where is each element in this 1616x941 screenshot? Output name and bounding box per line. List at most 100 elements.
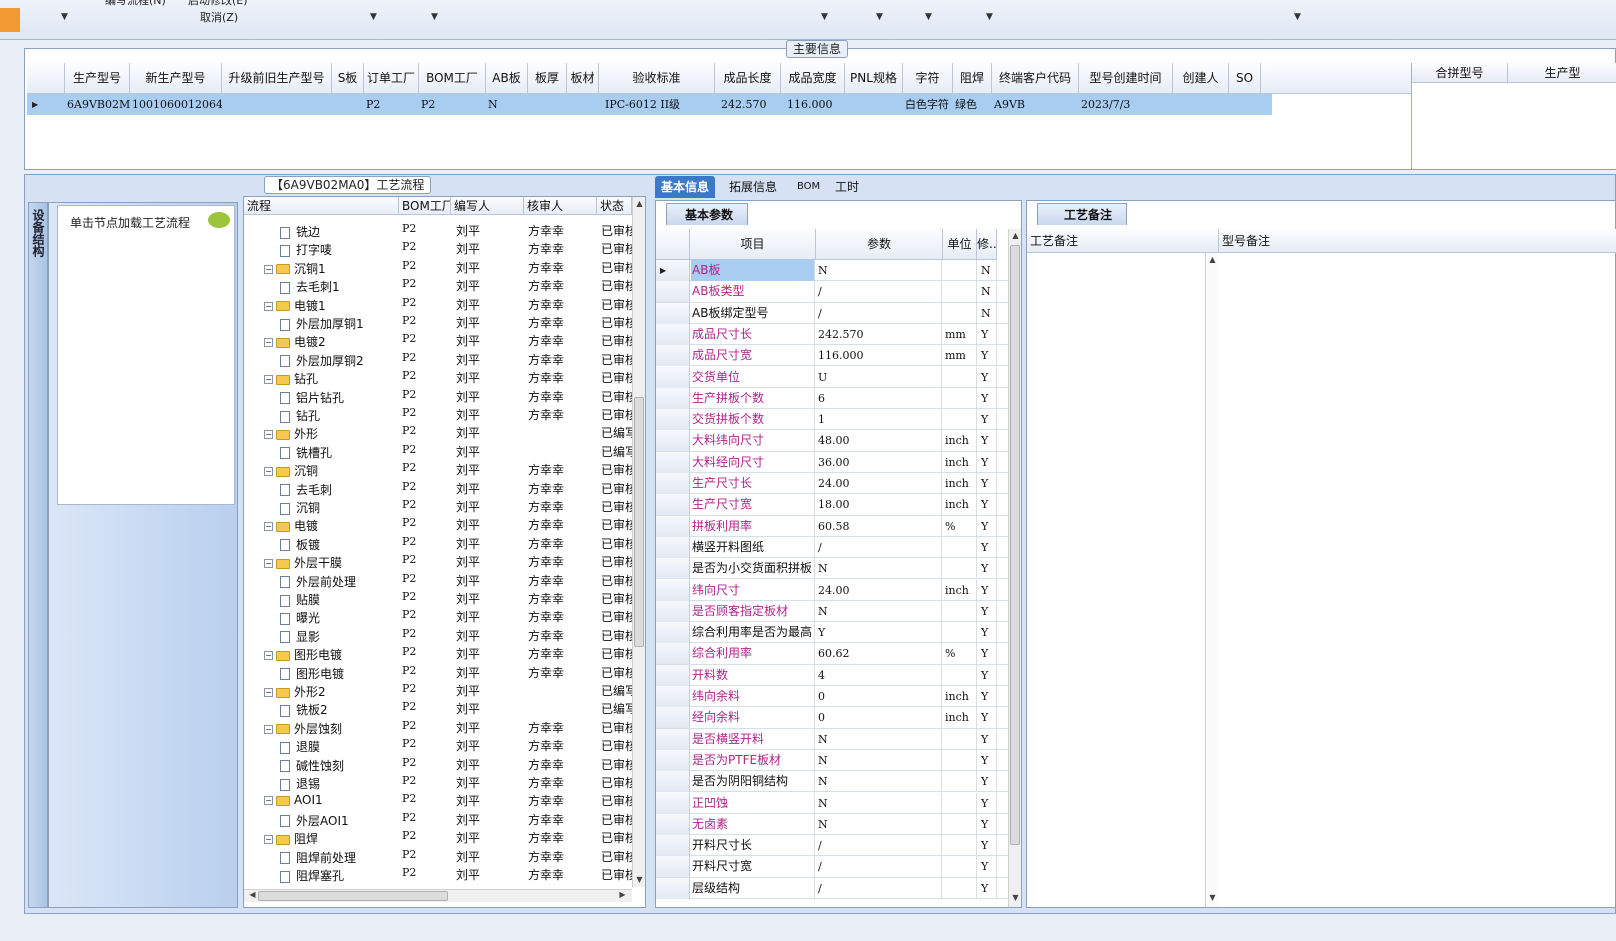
param-value[interactable]: 60.62 — [817, 643, 942, 665]
tree-node[interactable]: 外层AOI1 — [280, 811, 399, 828]
tree-row[interactable]: 去毛刺1 P2 刘平 方幸幸 已审核 — [244, 276, 632, 294]
table-cell[interactable]: P2 — [364, 94, 419, 115]
tree-node[interactable]: − 电镀 — [264, 516, 399, 533]
param-value[interactable]: N — [817, 813, 942, 835]
table-cell[interactable] — [1229, 94, 1261, 115]
tree-node[interactable]: 外层前处理 — [280, 572, 399, 589]
column-header[interactable]: 状态 — [597, 197, 632, 215]
tree-node[interactable]: 曝光 — [280, 608, 399, 625]
param-row[interactable]: AB板 N N — [656, 260, 1008, 282]
tree-row[interactable]: − AOI1 P2 刘平 方幸幸 已审核 — [244, 791, 632, 809]
column-header[interactable]: AB板 — [486, 63, 528, 94]
param-value[interactable]: 48.00 — [817, 430, 942, 452]
tree-node[interactable]: 外层加厚铜2 — [280, 351, 399, 368]
tree-node[interactable]: 打字唛 — [280, 240, 399, 257]
menu-item-cancel[interactable]: 取消(Z) — [200, 9, 238, 25]
param-row[interactable]: 拼板利用率 60.58% Y — [656, 515, 1008, 537]
table-cell[interactable] — [332, 94, 364, 115]
param-row[interactable]: 生产尺寸长 24.00 inch Y — [656, 473, 1008, 495]
collapse-icon[interactable]: − — [264, 522, 273, 532]
param-row[interactable]: 生产拼板个数 6 Y — [656, 387, 1008, 410]
tree-node[interactable]: 退膜 — [280, 737, 399, 754]
tree-row[interactable]: 阻焊前处理 P2 刘平 方幸幸 已审核 — [244, 847, 632, 865]
row-header[interactable] — [656, 686, 690, 707]
column-header[interactable]: 新生产型号 — [130, 63, 222, 94]
tree-row[interactable]: − 外形 P2 刘平 已编写 — [244, 423, 632, 441]
tree-node[interactable]: − 外层干膜 — [264, 553, 399, 570]
param-value[interactable]: 0 — [817, 707, 942, 729]
table-cell[interactable]: A9VB — [992, 94, 1079, 115]
param-value[interactable]: 242.570 — [817, 323, 942, 345]
row-header[interactable] — [656, 813, 690, 835]
tree-row[interactable]: 板镀 P2 刘平 方幸幸 已审核 — [244, 534, 632, 552]
table-cell[interactable]: 2023/7/3 — [1079, 94, 1173, 115]
param-row[interactable]: AB板类型 / N — [656, 281, 1008, 303]
column-header[interactable]: 字符 — [903, 63, 953, 94]
scroll-down-icon[interactable]: ▼ — [1206, 893, 1219, 902]
row-header[interactable] — [656, 707, 690, 729]
vertical-scrollbar[interactable]: ▲ ▼ — [1008, 229, 1021, 907]
tree-node[interactable]: 贴膜 — [280, 590, 399, 607]
param-row[interactable]: 是否顾客指定板材 N Y — [656, 600, 1008, 623]
tree-row[interactable]: − 沉铜 P2 刘平 方幸幸 已审核 — [244, 460, 632, 478]
scroll-up-icon[interactable]: ▲ — [633, 199, 645, 208]
row-header[interactable] — [656, 430, 690, 452]
tree-row[interactable]: 阻焊塞孔 P2 刘平 方幸幸 已审核 — [244, 865, 632, 883]
table-cell[interactable]: IPC-6012 II级 — [599, 94, 715, 115]
column-header[interactable]: PNL规格 — [845, 63, 903, 94]
param-value[interactable]: N — [817, 771, 942, 793]
tree-node[interactable]: 去毛刺 — [280, 480, 399, 497]
column-header[interactable]: 板厚 — [528, 63, 567, 94]
tree-row[interactable]: 退膜 P2 刘平 方幸幸 已审核 — [244, 736, 632, 754]
row-header[interactable] — [656, 728, 690, 750]
param-row[interactable]: 交货单位 U Y — [656, 366, 1008, 388]
tree-node[interactable]: − 外形2 — [264, 682, 399, 699]
table-cell[interactable]: 242.570 — [715, 94, 781, 115]
tree-row[interactable]: − 沉铜1 P2 刘平 方幸幸 已审核 — [244, 258, 632, 276]
param-row[interactable]: AB板绑定型号 / N — [656, 302, 1008, 324]
tree-node[interactable]: 图形电镀 — [280, 664, 399, 681]
column-header[interactable]: 单位 — [943, 229, 977, 260]
column-header[interactable]: 核审人 — [524, 197, 597, 215]
tree-row[interactable]: − 电镀2 P2 刘平 方幸幸 已审核 — [244, 331, 632, 349]
param-row[interactable]: 综合利用率是否为最高 Y Y — [656, 622, 1008, 644]
collapse-icon[interactable]: − — [264, 430, 273, 440]
column-header[interactable]: 修.. — [977, 229, 997, 260]
column-production-model[interactable]: 生产型 — [1508, 63, 1616, 83]
tree-row[interactable]: 显影 P2 刘平 方幸幸 已审核 — [244, 626, 632, 644]
param-row[interactable]: 开料数 4 Y — [656, 664, 1008, 686]
tree-row[interactable]: − 图形电镀 P2 刘平 方幸幸 已审核 — [244, 644, 632, 662]
collapse-icon[interactable]: − — [264, 796, 273, 806]
tree-node[interactable]: − AOI1 — [264, 792, 399, 806]
tree-row[interactable]: 外层加厚铜2 P2 刘平 方幸幸 已审核 — [244, 350, 632, 368]
tree-node[interactable]: 去毛刺1 — [280, 277, 399, 294]
param-row[interactable]: 大料经向尺寸 36.00 inch Y — [656, 451, 1008, 473]
table-cell[interactable]: 6A9VB02MA0 — [65, 94, 130, 115]
param-value[interactable]: Y — [817, 622, 942, 644]
tree-node[interactable]: 外层加厚铜1 — [280, 314, 399, 331]
param-value[interactable]: 0 — [817, 686, 942, 707]
scroll-down-icon[interactable]: ▼ — [633, 875, 645, 884]
column-process-remark[interactable]: 工艺备注 — [1027, 229, 1219, 253]
table-cell[interactable] — [1173, 94, 1229, 115]
collapse-icon[interactable]: − — [264, 651, 273, 661]
tree-row[interactable]: 外层前处理 P2 刘平 方幸幸 已审核 — [244, 571, 632, 589]
tab-extended-info[interactable]: 拓展信息 — [723, 176, 783, 198]
column-header[interactable]: 生产型号 — [65, 63, 130, 94]
table-cell[interactable] — [845, 94, 903, 115]
tree-node[interactable]: − 外层蚀刻 — [264, 719, 399, 736]
column-header[interactable]: 升级前旧生产型号 — [222, 63, 332, 94]
param-row[interactable]: 成品尺寸宽 116.000 mm Y — [656, 345, 1008, 367]
param-value[interactable]: 36.00 — [817, 451, 942, 473]
row-header[interactable] — [656, 366, 690, 388]
column-header[interactable]: 订单工厂 — [364, 63, 419, 94]
column-header[interactable]: 板材 — [567, 63, 599, 94]
row-header[interactable] — [656, 323, 690, 345]
menu-item-start-edit[interactable]: 启动修改(E) — [188, 0, 248, 8]
param-value[interactable]: 60.58 — [817, 515, 942, 537]
table-cell[interactable]: P2 — [419, 94, 486, 115]
tree-row[interactable]: 打字唛 P2 刘平 方幸幸 已审核 — [244, 239, 632, 257]
row-header[interactable] — [656, 600, 690, 622]
process-remark-textarea[interactable] — [1027, 253, 1205, 907]
tab-basic-params[interactable]: 基本参数 — [666, 203, 749, 225]
